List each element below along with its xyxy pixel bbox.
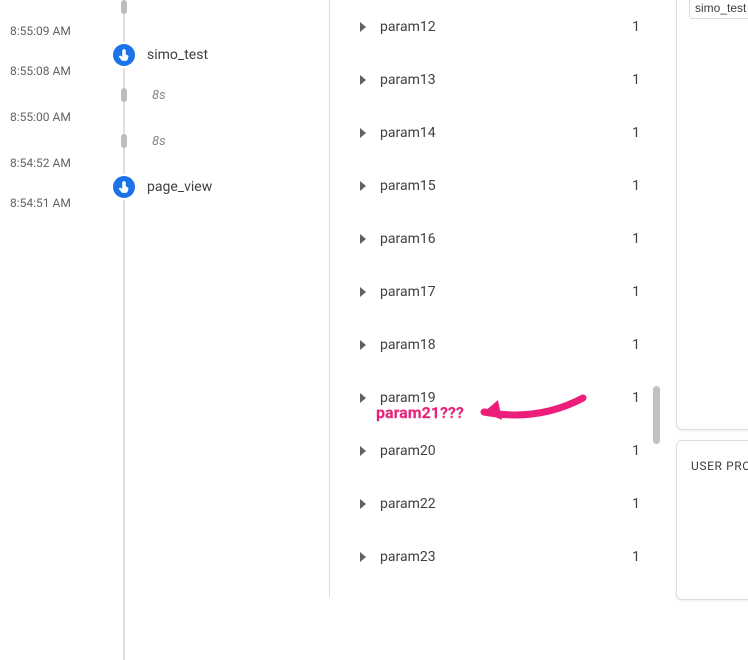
param-value: 1 [632,337,640,353]
expand-caret-icon [360,552,366,562]
params-scroll[interactable]: param12 1 param13 1 param14 1 param15 1 … [336,0,660,597]
param-name: param20 [380,443,632,459]
right-panel-top [676,0,748,430]
param-row[interactable]: param22 1 [336,477,654,530]
param-value: 1 [632,390,640,406]
param-value: 1 [632,19,640,35]
timeline-tick [121,0,127,14]
timeline-event[interactable]: simo_test [113,44,208,66]
timestamp: 8:55:00 AM [10,110,71,124]
expand-caret-icon [360,181,366,191]
timeline-tick [121,88,127,102]
timeline-tick [121,134,127,148]
param-row[interactable]: param14 1 [336,106,654,159]
user-properties-heading: USER PROPERTIES [691,459,748,473]
expand-caret-icon [360,75,366,85]
param-name: param15 [380,178,632,194]
param-row[interactable]: param12 1 [336,0,654,53]
timestamp: 8:55:09 AM [10,24,71,38]
param-row[interactable]: param20 1 [336,424,654,477]
timestamp: 8:55:08 AM [10,64,71,78]
param-name: param22 [380,496,632,512]
expand-caret-icon [360,393,366,403]
event-label: simo_test [147,47,208,63]
param-name: param16 [380,231,632,247]
param-value: 1 [632,496,640,512]
gap-label: 8s [152,134,166,149]
param-row[interactable]: param18 1 [336,318,654,371]
param-value: 1 [632,284,640,300]
events-column: simo_test 8s 8s page_view [110,0,330,597]
scrollbar-thumb[interactable] [653,386,660,444]
param-name: param13 [380,72,632,88]
param-value: 1 [632,125,640,141]
param-value: 1 [632,178,640,194]
param-name: param23 [380,549,632,565]
param-row[interactable]: param13 1 [336,53,654,106]
expand-caret-icon [360,446,366,456]
scrollbar[interactable] [653,386,660,444]
param-row[interactable]: param17 1 [336,265,654,318]
param-row[interactable]: param23 1 [336,530,654,583]
param-name: param19 [380,390,632,406]
timeline-panel: 8:55:09 AM 8:55:08 AM 8:55:00 AM 8:54:52… [10,0,330,597]
expand-caret-icon [360,22,366,32]
expand-caret-icon [360,234,366,244]
touch-icon [113,44,135,66]
expand-caret-icon [360,287,366,297]
param-name: param14 [380,125,632,141]
param-value: 1 [632,549,640,565]
timeline-event[interactable]: page_view [113,176,212,198]
param-row[interactable]: param19 1 [336,371,654,424]
param-name: param17 [380,284,632,300]
param-value: 1 [632,443,640,459]
gap-label: 8s [152,88,166,103]
expand-caret-icon [360,128,366,138]
expand-caret-icon [360,340,366,350]
timestamp: 8:54:52 AM [10,156,71,170]
param-name: param12 [380,19,632,35]
expand-caret-icon [360,499,366,509]
timestamp: 8:54:51 AM [10,196,71,210]
param-row[interactable]: param16 1 [336,212,654,265]
param-value: 1 [632,231,640,247]
touch-icon [113,176,135,198]
event-label: page_view [147,179,212,195]
right-panel-bottom: USER PROPERTIES [676,440,748,600]
param-value: 1 [632,72,640,88]
param-name: param18 [380,337,632,353]
param-row[interactable]: param15 1 [336,159,654,212]
search-input[interactable] [689,0,748,19]
params-panel: param12 1 param13 1 param14 1 param15 1 … [336,0,660,597]
